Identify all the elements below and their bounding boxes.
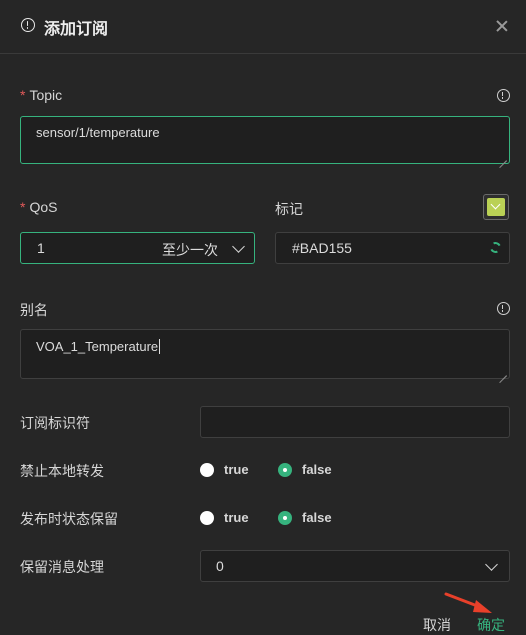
color-picker-button[interactable] bbox=[483, 194, 509, 220]
no-local-true-label[interactable]: true bbox=[224, 462, 249, 477]
retain-as-published-true-radio[interactable] bbox=[200, 511, 214, 525]
alias-value: VOA_1_Temperature bbox=[36, 339, 159, 354]
dialog-title: 添加订阅 bbox=[44, 21, 109, 38]
text-caret bbox=[159, 339, 161, 354]
qos-select[interactable]: 1 至少一次 bbox=[20, 232, 255, 264]
qos-selected-value: 1 bbox=[37, 240, 45, 256]
no-local-false-radio[interactable] bbox=[278, 463, 292, 477]
topic-label-text: Topic bbox=[29, 87, 63, 103]
qos-label: * QoS bbox=[20, 199, 57, 215]
color-swatch bbox=[487, 198, 505, 216]
dialog-header: 添加订阅 bbox=[0, 0, 526, 54]
no-local-false-label[interactable]: false bbox=[302, 462, 332, 477]
retain-as-published-true-label[interactable]: true bbox=[224, 510, 249, 525]
retain-as-published-false-label[interactable]: false bbox=[302, 510, 332, 525]
close-icon[interactable] bbox=[494, 18, 510, 34]
no-local-label: 禁止本地转发 bbox=[20, 463, 104, 479]
resize-handle-icon[interactable] bbox=[499, 153, 507, 161]
subscription-identifier-label: 订阅标识符 bbox=[20, 415, 90, 431]
alias-input[interactable]: VOA_1_Temperature bbox=[20, 329, 510, 379]
refresh-icon[interactable] bbox=[488, 240, 503, 255]
info-icon bbox=[21, 18, 35, 32]
alias-label: 别名 bbox=[20, 302, 48, 318]
chevron-down-icon bbox=[232, 240, 245, 253]
chevron-down-icon bbox=[485, 558, 498, 571]
required-mark: * bbox=[20, 87, 26, 103]
tag-color-value: #BAD155 bbox=[292, 240, 352, 256]
subscription-identifier-input[interactable] bbox=[200, 406, 510, 438]
topic-value: sensor/1/temperature bbox=[36, 125, 160, 140]
topic-help-icon[interactable] bbox=[497, 89, 510, 102]
tag-label: 标记 bbox=[275, 201, 303, 217]
tag-color-input[interactable]: #BAD155 bbox=[275, 232, 510, 264]
alias-help-icon[interactable] bbox=[497, 302, 510, 315]
qos-selected-description: 至少一次 bbox=[162, 242, 218, 258]
retain-handling-label: 保留消息处理 bbox=[20, 559, 104, 575]
qos-label-text: QoS bbox=[29, 199, 58, 215]
retain-handling-select[interactable]: 0 bbox=[200, 550, 510, 582]
annotation-arrow-icon bbox=[444, 592, 492, 613]
retain-handling-value: 0 bbox=[216, 558, 224, 574]
no-local-true-radio[interactable] bbox=[200, 463, 214, 477]
retain-as-published-false-radio[interactable] bbox=[278, 511, 292, 525]
resize-handle-icon[interactable] bbox=[499, 368, 507, 376]
retain-as-published-label: 发布时状态保留 bbox=[20, 511, 118, 527]
required-mark: * bbox=[20, 199, 26, 215]
topic-input[interactable]: sensor/1/temperature bbox=[20, 116, 510, 164]
topic-label: * Topic bbox=[20, 87, 62, 103]
